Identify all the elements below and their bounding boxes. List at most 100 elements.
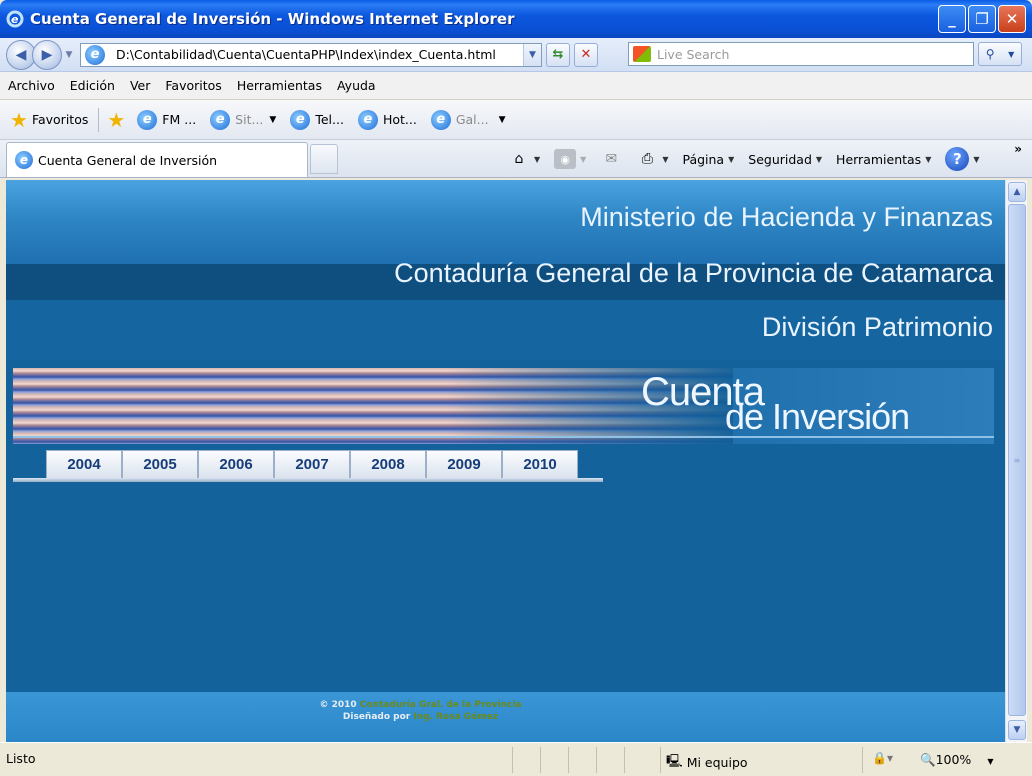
feeds-button[interactable]: ◉ ▼ xyxy=(554,149,586,169)
scroll-up-button[interactable]: ▲ xyxy=(1008,182,1026,202)
protected-mode-icon[interactable]: 🔒▾ xyxy=(872,751,893,765)
menu-edicion[interactable]: Edición xyxy=(70,78,115,93)
status-divider xyxy=(540,747,541,773)
menu-ver[interactable]: Ver xyxy=(130,78,150,93)
close-button[interactable]: ✕ xyxy=(998,5,1026,33)
search-placeholder: Live Search xyxy=(657,46,730,62)
recent-pages-dropdown[interactable]: ▼ xyxy=(62,50,76,60)
division-heading: División Patrimonio xyxy=(761,312,993,342)
add-to-favorites-button[interactable]: ★ xyxy=(107,110,129,130)
security-menu-label: Seguridad xyxy=(748,151,812,167)
dropdown-arrow-icon: ▼ xyxy=(815,154,823,164)
tab-title: Cuenta General de Inversión xyxy=(38,152,218,168)
dropdown-arrow-icon[interactable]: ▼ xyxy=(534,155,540,164)
zoom-level[interactable]: 🔍100% ▼ xyxy=(920,752,993,768)
scroll-thumb[interactable]: ≡ xyxy=(1008,204,1026,716)
address-field[interactable]: e D:\Contabilidad\Cuenta\CuentaPHP\Index… xyxy=(80,42,542,67)
page-footer: © 2010 Contaduría Gral. de la Provincia … xyxy=(6,692,1005,742)
banner-logo-bottom: de Inversión xyxy=(725,396,910,437)
dropdown-arrow-icon: ▼ xyxy=(728,154,735,164)
dropdown-arrow-icon[interactable]: ▼ xyxy=(987,757,993,766)
minimize-button[interactable]: _ xyxy=(938,5,966,33)
status-divider xyxy=(568,747,569,773)
menu-favoritos[interactable]: Favoritos xyxy=(165,78,221,93)
status-divider xyxy=(624,747,625,773)
window-title: Cuenta General de Inversión - Windows In… xyxy=(30,10,515,28)
address-url[interactable]: D:\Contabilidad\Cuenta\CuentaPHP\Index\i… xyxy=(116,47,523,62)
stop-button[interactable]: ✕ xyxy=(574,42,598,67)
forward-button[interactable]: ▶ xyxy=(32,39,62,70)
year-tabs: 2004 2005 2006 2007 2008 2009 2010 xyxy=(46,450,578,478)
page-menu-label: Página xyxy=(682,151,725,167)
read-mail-button[interactable]: ✉ xyxy=(600,149,622,169)
dropdown-arrow-icon[interactable]: ▼ xyxy=(662,155,668,164)
live-search-logo-icon xyxy=(633,46,651,62)
address-toolbar: ◀ ▶ ▼ e D:\Contabilidad\Cuenta\CuentaPHP… xyxy=(0,38,1032,72)
refresh-button[interactable]: ⇆ xyxy=(546,42,570,67)
security-zone[interactable]: 🖳 Mi equipo xyxy=(666,752,748,773)
title-bar: e Cuenta General de Inversión - Windows … xyxy=(0,0,1032,38)
favorites-bar: ★ Favoritos ★ e FM ... e Sit... ▼ e Tel... e… xyxy=(0,100,1032,140)
tab-row: e Cuenta General de Inversión ⌂ ▼ ◉ ▼ ✉ ⎙ ▼… xyxy=(0,140,1032,178)
stop-icon: ✕ xyxy=(580,47,592,62)
tools-menu[interactable]: Herramientas ▼ xyxy=(836,152,931,167)
address-dropdown-icon[interactable]: ▼ xyxy=(523,43,541,66)
dropdown-arrow-icon[interactable]: ▼ xyxy=(269,115,276,125)
year-tab-2009[interactable]: 2009 xyxy=(426,450,502,478)
menu-ayuda[interactable]: Ayuda xyxy=(337,78,376,93)
dropdown-arrow-icon[interactable]: ▼ xyxy=(499,115,506,125)
home-button[interactable]: ⌂ ▼ xyxy=(508,149,541,169)
scroll-down-button[interactable]: ▼ xyxy=(1008,720,1026,740)
ie-page-icon: e xyxy=(210,109,231,130)
favorites-label: Favoritos xyxy=(31,112,89,127)
year-tab-2006[interactable]: 2006 xyxy=(198,450,274,478)
zoom-level-value: 100% xyxy=(935,752,972,767)
vertical-scrollbar[interactable]: ▲ ≡ ▼ xyxy=(1005,180,1027,742)
help-icon: ? xyxy=(945,147,970,171)
print-button[interactable]: ⎙ ▼ xyxy=(636,149,669,169)
status-divider xyxy=(660,747,661,773)
tab-cuenta-general[interactable]: e Cuenta General de Inversión xyxy=(6,142,308,177)
favorite-link-hot[interactable]: e Hot... xyxy=(357,109,417,130)
favorite-link-gal[interactable]: e Gal... ▼ xyxy=(430,109,506,130)
tab-ie-icon: e xyxy=(15,151,33,169)
printer-icon: ⎙ xyxy=(641,151,653,167)
footer-org-link[interactable]: Contaduría Gral. de la Provincia xyxy=(360,700,522,710)
search-button[interactable]: ⚲ ▼ xyxy=(978,42,1022,66)
dropdown-arrow-icon[interactable]: ▼ xyxy=(580,155,586,164)
favorite-link-fm[interactable]: e FM ... xyxy=(137,109,196,130)
search-options-chevron-icon[interactable]: ▼ xyxy=(1008,50,1014,59)
ie-page-icon: e xyxy=(137,109,158,130)
favorite-link-label: Gal... xyxy=(455,112,489,127)
menu-herramientas[interactable]: Herramientas xyxy=(237,78,322,93)
favorite-link-label: Tel... xyxy=(315,112,344,127)
help-button[interactable]: ? ▼ xyxy=(945,147,980,171)
restore-button[interactable]: ❐ xyxy=(968,5,996,33)
cuenta-inversion-banner: Cuenta de Inversión xyxy=(13,368,994,444)
status-bar: Listo 🖳 Mi equipo 🔒▾ 🔍100% ▼ xyxy=(0,742,1032,776)
menu-bar: Archivo Edición Ver Favoritos Herramient… xyxy=(0,72,1032,100)
more-commands-chevron[interactable]: » xyxy=(1014,142,1022,156)
year-tab-2007[interactable]: 2007 xyxy=(274,450,350,478)
year-tab-2004[interactable]: 2004 xyxy=(46,450,122,478)
favorite-link-sit[interactable]: e Sit... ▼ xyxy=(210,109,276,130)
tools-menu-label: Herramientas xyxy=(836,151,922,167)
favorites-center-button[interactable]: ★ Favoritos xyxy=(10,110,88,130)
year-tabs-baseline xyxy=(13,478,603,482)
search-field[interactable]: Live Search xyxy=(628,42,974,66)
security-zone-label: Mi equipo xyxy=(686,755,748,770)
footer-designer-link[interactable]: Ing. Rosa Gómez xyxy=(413,712,498,722)
page-menu[interactable]: Página ▼ xyxy=(682,152,734,167)
year-tab-2005[interactable]: 2005 xyxy=(122,450,198,478)
dropdown-arrow-icon[interactable]: ▼ xyxy=(973,155,979,164)
favorite-link-tel[interactable]: e Tel... xyxy=(290,109,344,130)
menu-archivo[interactable]: Archivo xyxy=(8,78,55,93)
new-tab-button[interactable] xyxy=(310,144,338,174)
year-tab-2010[interactable]: 2010 xyxy=(502,450,578,478)
status-text: Listo xyxy=(6,751,36,766)
search-icon: ⚲ xyxy=(985,47,995,61)
add-favorite-icon: ★ xyxy=(107,107,126,132)
security-menu[interactable]: Seguridad ▼ xyxy=(748,152,822,167)
ie-page-icon: e xyxy=(430,109,451,130)
year-tab-2008[interactable]: 2008 xyxy=(350,450,426,478)
